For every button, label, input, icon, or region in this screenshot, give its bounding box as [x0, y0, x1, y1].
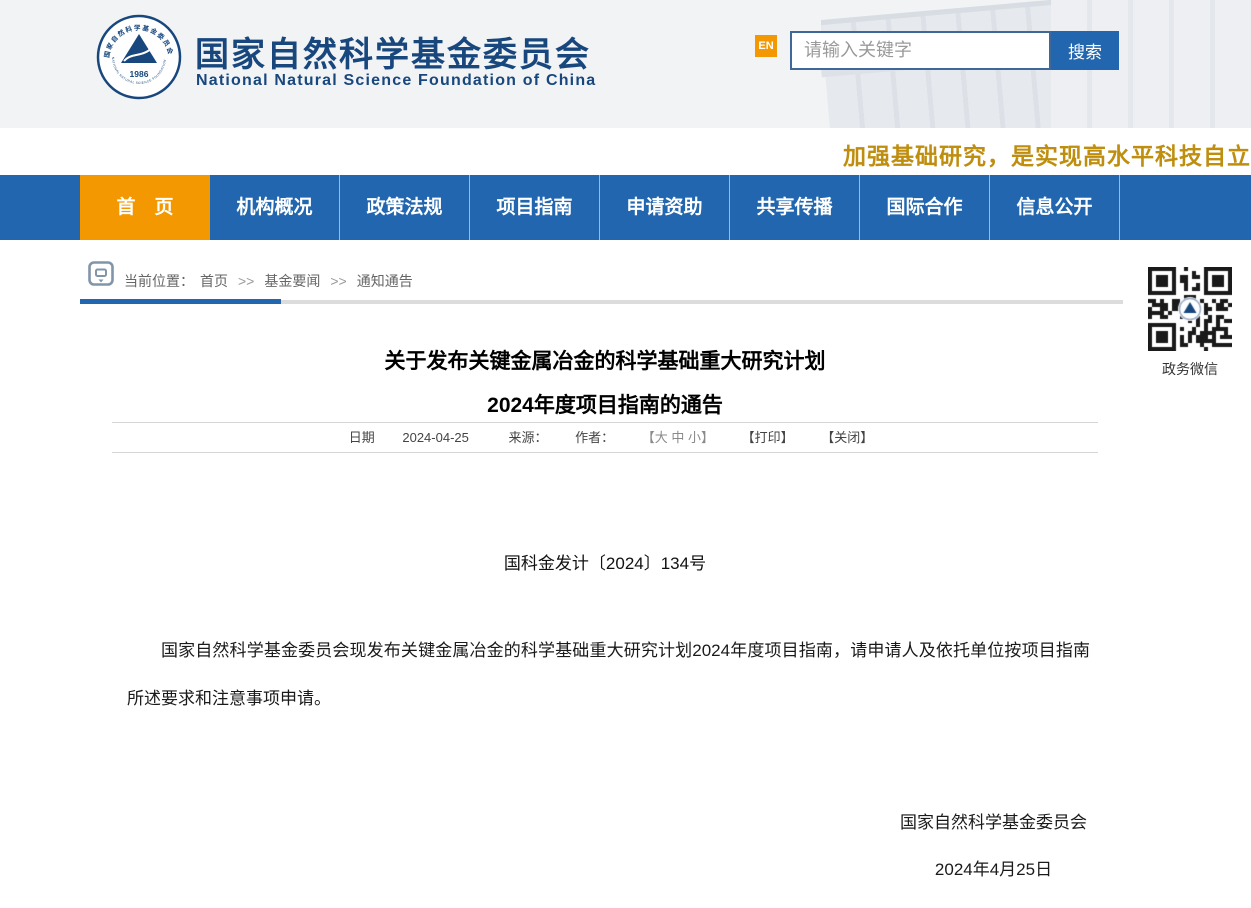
nsfc-emblem-icon: 国家自然科学基金委员会 NATIONAL NATURAL SCIENCE FOU… — [96, 14, 182, 100]
nav-item-label: 共享传播 — [756, 197, 832, 218]
article: 关于发布关键金属冶金的科学基础重大研究计划 2024年度项目指南的通告 日期 2… — [112, 330, 1098, 900]
nav-items: 首 页 机构概况 政策法规 项目指南 申请资助 共 — [80, 175, 1251, 240]
article-title-line2: 2024年度项目指南的通告 — [112, 389, 1098, 419]
search-button[interactable]: 搜索 — [1051, 31, 1119, 70]
nav-item[interactable]: 申请资助 — [600, 175, 730, 240]
signature-org: 国家自然科学基金委员会 — [900, 811, 1087, 835]
nav-item[interactable]: 国际合作 — [860, 175, 990, 240]
site-title-en: National Natural Science Foundation of C… — [196, 72, 596, 90]
nav-item-label: 申请资助 — [626, 197, 702, 218]
breadcrumb-separator: >> — [330, 273, 346, 289]
breadcrumb-underline-accent — [80, 299, 281, 304]
nav-item[interactable]: 机构概况 — [210, 175, 340, 240]
qr-code — [1148, 267, 1232, 351]
nav-item-label: 首 页 — [116, 197, 173, 218]
search-input[interactable] — [790, 31, 1051, 70]
logo-year: 1986 — [130, 69, 149, 79]
breadcrumb: 当前位置： 首页 >> 基金要闻 >> 通知通告 — [124, 271, 419, 291]
close-button[interactable]: 【关闭】 — [821, 430, 873, 445]
nav-item[interactable]: 政策法规 — [340, 175, 470, 240]
slogan-banner: 加强基础研究，是实现高水平科技自立 — [0, 128, 1251, 175]
nav-item[interactable]: 项目指南 — [470, 175, 600, 240]
nav-item-label: 政策法规 — [366, 197, 442, 218]
nav-item-label: 信息公开 — [1016, 197, 1092, 218]
nav-item[interactable]: 共享传播 — [730, 175, 860, 240]
slogan-text: 加强基础研究，是实现高水平科技自立 — [843, 137, 1251, 171]
site-header: 国家自然科学基金委员会 NATIONAL NATURAL SCIENCE FOU… — [0, 0, 1251, 128]
article-title-line1: 关于发布关键金属冶金的科学基础重大研究计划 — [112, 345, 1098, 375]
breadcrumb-link-news[interactable]: 基金要闻 — [264, 273, 320, 289]
site-title-zh: 国家自然科学基金委员会 — [195, 27, 591, 76]
signature-block: 国家自然科学基金委员会 2024年4月25日 — [900, 811, 1087, 882]
site-logo[interactable]: 国家自然科学基金委员会 NATIONAL NATURAL SCIENCE FOU… — [96, 14, 656, 114]
nav-item[interactable]: 首 页 — [80, 175, 210, 240]
meta-date: 日期 2024-04-25 — [337, 430, 481, 445]
meta-source-label: 来源： — [508, 430, 547, 445]
breadcrumb-link-notices[interactable]: 通知通告 — [357, 273, 413, 289]
breadcrumb-label: 当前位置： — [124, 273, 194, 289]
breadcrumb-underline — [281, 300, 1123, 304]
article-meta-bar: 日期 2024-04-25 来源： 作者： 【大 中 小】 【打印】 【关闭】 — [112, 422, 1098, 453]
nav-item-label: 国际合作 — [886, 197, 962, 218]
signature-date: 2024年4月25日 — [900, 858, 1087, 882]
nav-item[interactable]: 信息公开 — [990, 175, 1120, 240]
qr-caption: 政务微信 — [1148, 359, 1232, 379]
article-paragraph: 国家自然科学基金委员会现发布关键金属冶金的科学基础重大研究计划2024年度项目指… — [127, 627, 1090, 723]
breadcrumb-separator: >> — [238, 273, 254, 289]
english-version-button[interactable]: EN — [755, 35, 777, 57]
page: 国家自然科学基金委员会 NATIONAL NATURAL SCIENCE FOU… — [0, 0, 1251, 908]
breadcrumb-link-home[interactable]: 首页 — [200, 273, 228, 289]
font-size-buttons[interactable]: 【大 中 小】 — [642, 430, 714, 445]
nav-item-label: 机构概况 — [236, 197, 312, 218]
meta-author-label: 作者： — [575, 430, 614, 445]
wechat-qr-block: 政务微信 — [1148, 267, 1232, 379]
main-nav: 首 页 机构概况 政策法规 项目指南 申请资助 共 — [0, 175, 1251, 240]
location-icon — [88, 261, 114, 292]
print-button[interactable]: 【打印】 — [742, 430, 794, 445]
nav-item-label: 项目指南 — [496, 197, 572, 218]
document-number: 国科金发计〔2024〕134号 — [112, 549, 1098, 574]
